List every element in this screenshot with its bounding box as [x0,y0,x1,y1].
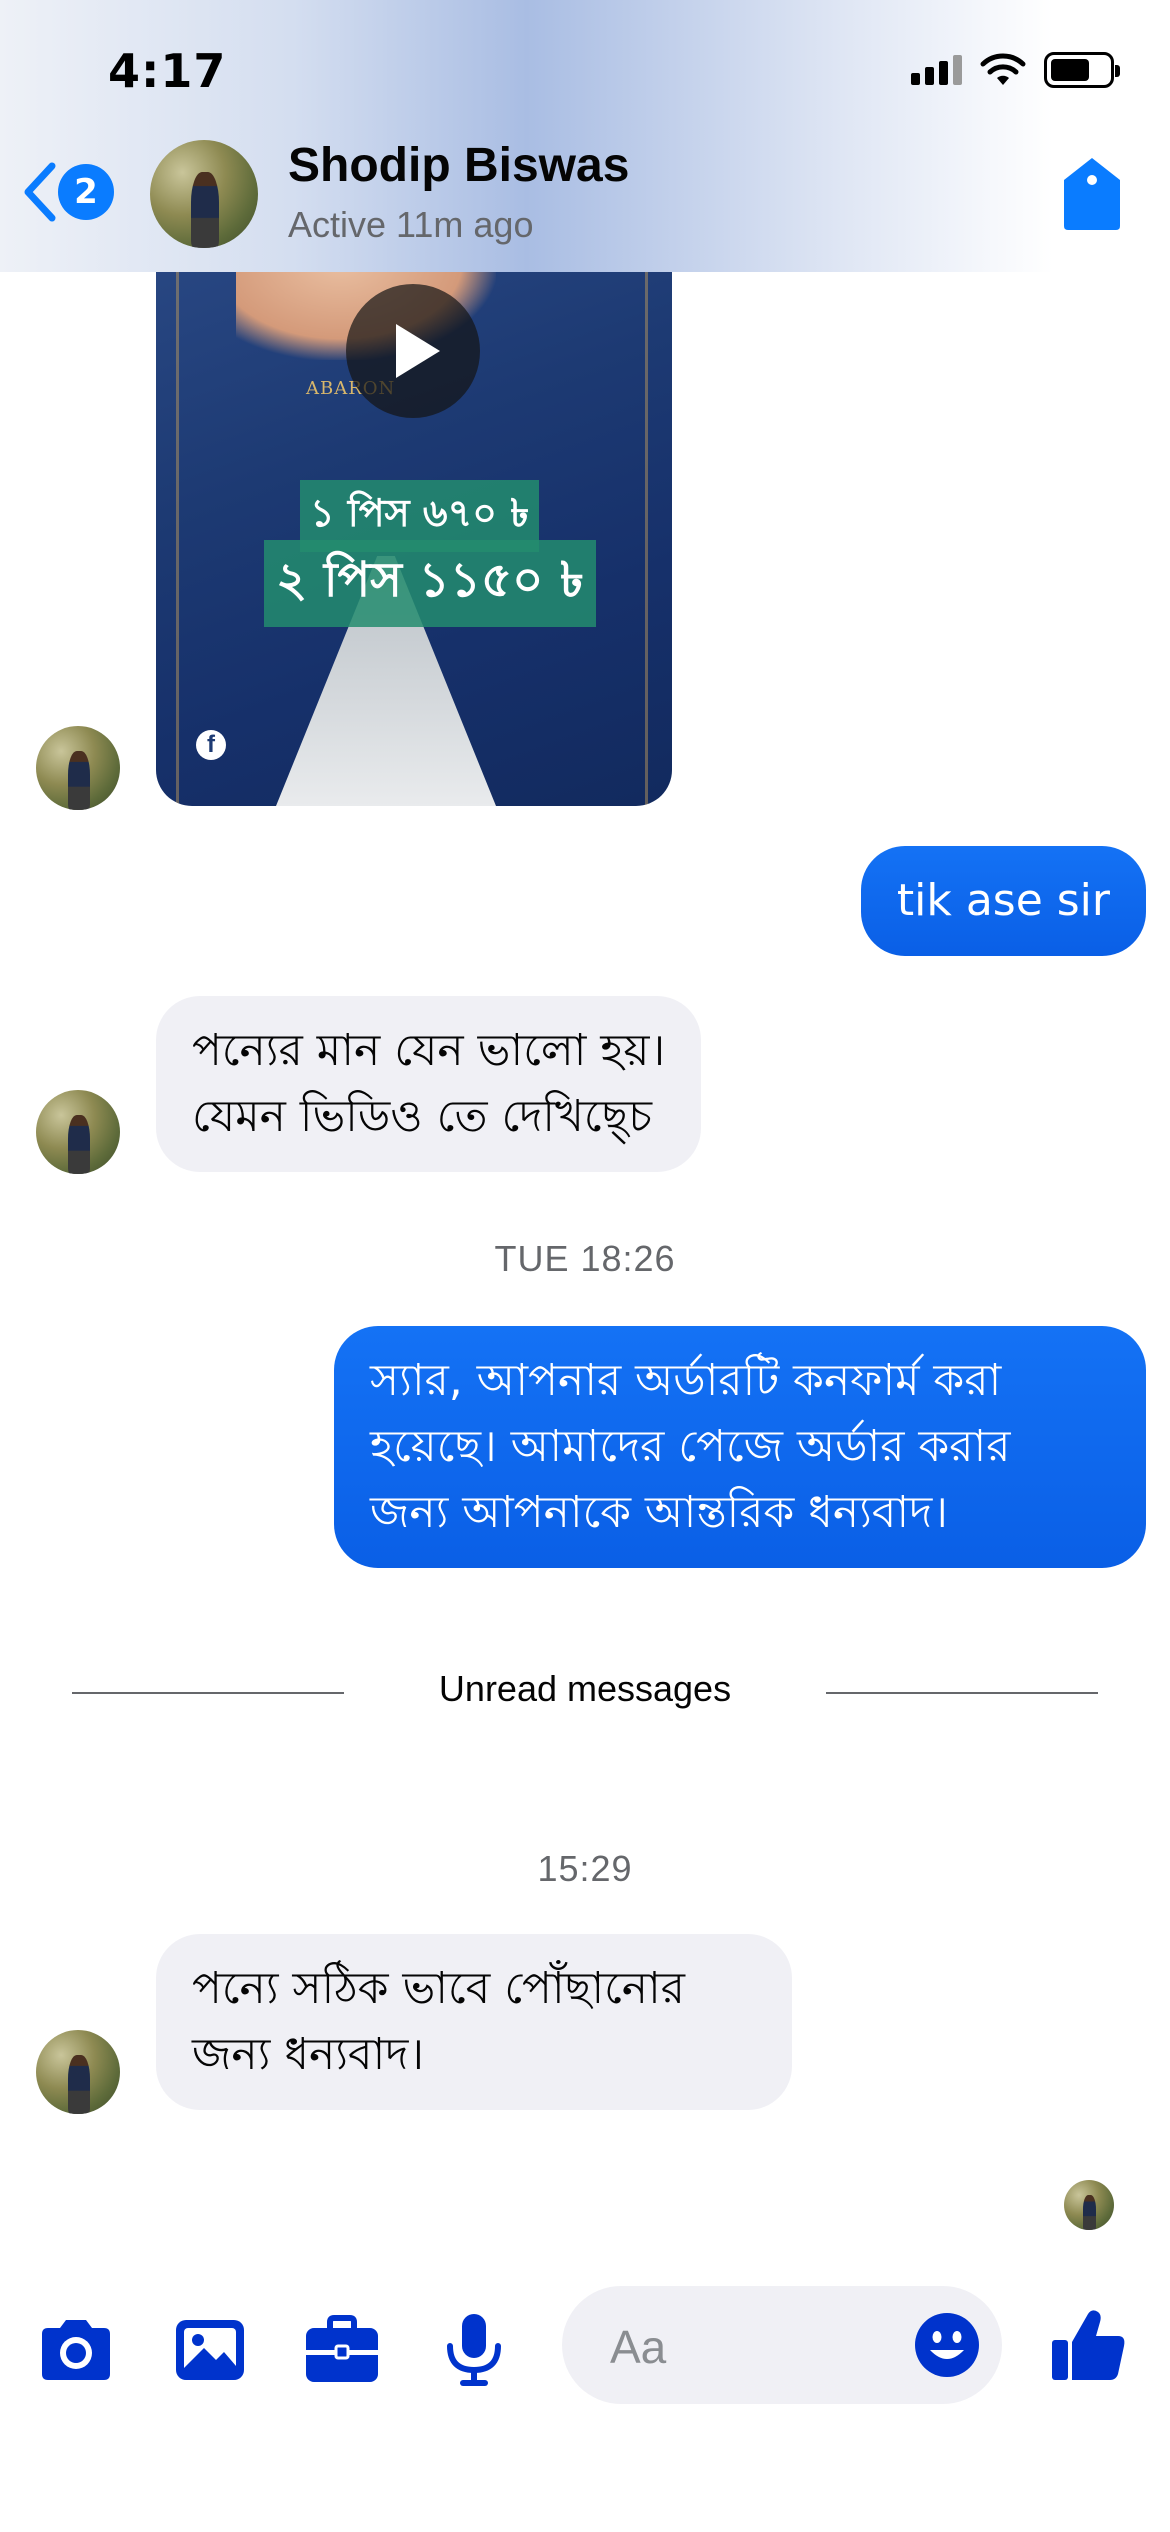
thumbs-up-icon[interactable] [1048,2306,1128,2386]
message-text-line: যেমন ভিডিও তে দেখিছ্চে [192,1091,652,1142]
sender-avatar[interactable] [36,1090,120,1174]
battery-icon [1044,52,1120,88]
sender-avatar[interactable] [36,2030,120,2114]
message-timestamp: TUE 18:26 [494,1238,676,1279]
facebook-icon: f [196,730,226,760]
message-composer: Aa [0,2270,1170,2420]
message-input-placeholder: Aa [610,2321,667,2373]
video-message[interactable]: ABARON ১ পিস ৬৭০ ৳ ২ পিস ১১৫০ ৳ f [156,200,672,806]
microphone-button[interactable] [434,2310,514,2390]
chat-screen: 4:17 2 Shodip Biswas Active 11m ago ABAR… [0,0,1170,2532]
play-button[interactable] [346,284,480,418]
unread-divider-line [826,1692,1098,1694]
message-text-line: জন্য ধন্যবাদ। [192,2029,425,2080]
message-text-line: জন্য আপনাকে আন্তরিক ধন্যবাদ। [370,1487,949,1538]
tag-icon[interactable] [1062,156,1122,232]
seen-receipt-avatar [1064,2180,1114,2230]
sender-avatar[interactable] [36,726,120,810]
message-timestamp: 15:29 [537,1848,633,1889]
contact-active-status: Active 11m ago [288,204,534,245]
outgoing-message[interactable]: tik ase sir [860,846,1146,956]
message-input[interactable]: Aa [562,2286,1002,2404]
contact-avatar[interactable] [150,140,258,248]
message-text-line: হয়েছে। আমাদের পেজে অর্ডার করার [370,1421,1011,1472]
contact-name[interactable]: Shodip Biswas [288,138,629,193]
camera-button[interactable] [36,2310,116,2390]
incoming-message[interactable]: পন্যের মান যেন ভালো হয়। যেমন ভিডিও তে দ… [156,996,702,1172]
play-icon [396,324,440,378]
outgoing-message[interactable]: স্যার, আপনার অর্ডারটি কনফার্ম করা হয়েছে… [334,1326,1146,1568]
gallery-icon [176,2320,244,2380]
message-text: tik ase sir [896,875,1110,926]
microphone-icon [447,2314,501,2386]
gallery-button[interactable] [170,2310,250,2390]
briefcase-icon [306,2315,378,2382]
camera-icon [42,2320,110,2380]
signal-icon [911,55,962,85]
wifi-icon [980,53,1026,85]
video-price-line-2: ২ পিস ১১৫০ ৳ [264,540,596,627]
unread-count-badge: 2 [58,164,114,220]
chat-header: 4:17 2 Shodip Biswas Active 11m ago [0,0,1170,272]
briefcase-button[interactable] [302,2310,382,2390]
incoming-message[interactable]: পন্যে সঠিক ভাবে পোঁছানোর জন্য ধন্যবাদ। [156,1934,792,2110]
status-time: 4:17 [108,44,227,98]
message-text-line: পন্যের মান যেন ভালো হয়। [192,1025,666,1076]
chevron-left-icon [24,162,56,222]
message-text-line: স্যার, আপনার অর্ডারটি কনফার্ম করা [370,1355,1002,1406]
message-text-line: পন্যে সঠিক ভাবে পোঁছানোর [192,1963,686,2014]
back-button[interactable]: 2 [20,160,114,224]
unread-messages-label: Unread messages [438,1668,732,1709]
emoji-icon[interactable] [914,2312,980,2378]
status-icons [911,52,1120,88]
